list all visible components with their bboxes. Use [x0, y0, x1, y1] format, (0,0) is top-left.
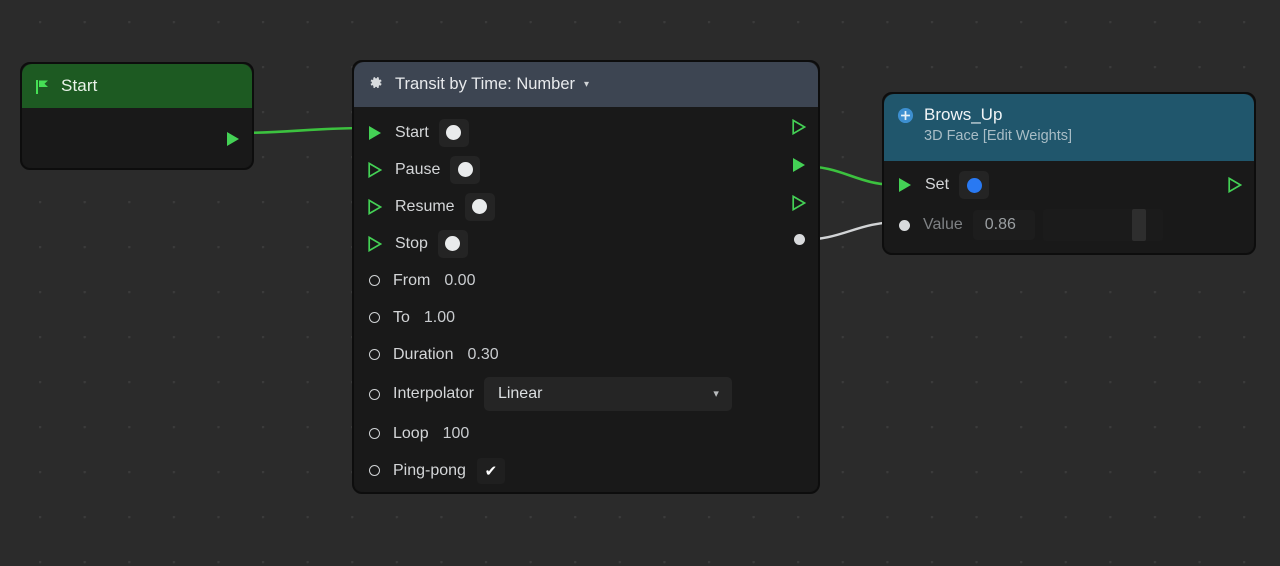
node-brows-up[interactable]: Brows_Up 3D Face [Edit Weights] Set Valu… [882, 92, 1256, 255]
exec-input-port-set[interactable] [898, 177, 912, 193]
gear-icon [367, 74, 384, 96]
row-label-duration: Duration [393, 345, 454, 363]
row-start[interactable]: Start [354, 114, 818, 151]
data-input-port-from[interactable] [369, 275, 380, 286]
row-label-from: From [393, 271, 431, 289]
start-exec-output-port[interactable] [226, 131, 240, 147]
interpolator-select[interactable]: Linear ▾ [483, 377, 732, 411]
row-set[interactable]: Set [884, 165, 1254, 205]
transit-exec-output-port-2[interactable] [792, 157, 806, 173]
row-label-pause: Pause [395, 160, 441, 178]
brows-exec-output-port[interactable] [1228, 177, 1242, 193]
node-transit-body: Start Pause Resume Stop From 0.00 To 1.0… [354, 107, 818, 492]
node-start-title: Start [61, 76, 98, 95]
stop-trigger-button[interactable] [437, 229, 468, 258]
row-label-set: Set [925, 176, 950, 193]
node-transit-header[interactable]: Transit by Time: Number ▾ [354, 62, 818, 107]
duration-value-field[interactable]: 0.30 [467, 346, 498, 364]
node-transit-title-group: Transit by Time: Number ▾ [395, 75, 589, 94]
node-transit-by-time[interactable]: Transit by Time: Number ▾ Start Pause Re… [352, 60, 820, 494]
set-trigger-button[interactable] [959, 171, 990, 199]
ping-pong-checkbox[interactable]: ✔ [476, 457, 505, 484]
data-input-port-to[interactable] [369, 312, 380, 323]
to-value-field[interactable]: 1.00 [424, 309, 455, 327]
exec-input-port-stop[interactable] [368, 235, 382, 252]
value-slider-knob[interactable] [1131, 209, 1146, 241]
row-label-ping-pong: Ping-pong [393, 461, 466, 479]
chevron-down-icon[interactable]: ▾ [584, 79, 589, 90]
exec-input-port-resume[interactable] [368, 198, 382, 215]
row-pause[interactable]: Pause [354, 151, 818, 188]
row-interpolator[interactable]: Interpolator Linear ▾ [354, 373, 818, 415]
node-brows-body: Set Value 0.86 [884, 161, 1254, 253]
data-input-port-duration[interactable] [369, 349, 380, 360]
flag-icon [34, 78, 51, 95]
data-input-port-value[interactable] [899, 219, 910, 231]
value-number-field[interactable]: 0.86 [972, 210, 1035, 240]
row-loop[interactable]: Loop 100 [354, 415, 818, 452]
row-duration[interactable]: Duration 0.30 [354, 336, 818, 373]
row-stop[interactable]: Stop [354, 225, 818, 262]
row-resume[interactable]: Resume [354, 188, 818, 225]
node-brows-title-group: Brows_Up 3D Face [Edit Weights] [924, 105, 1072, 145]
data-input-port-interpolator[interactable] [369, 388, 380, 400]
transit-value-output-port[interactable] [794, 234, 805, 245]
row-label-resume: Resume [395, 197, 455, 215]
row-value[interactable]: Value 0.86 [884, 205, 1254, 245]
chevron-down-icon: ▾ [713, 387, 719, 400]
row-label-start: Start [395, 123, 429, 141]
row-label-loop: Loop [393, 424, 429, 442]
row-from[interactable]: From 0.00 [354, 262, 818, 299]
node-start[interactable]: Start [20, 62, 254, 170]
transit-exec-output-port-1[interactable] [792, 119, 806, 135]
node-brows-subtitle: 3D Face [Edit Weights] [924, 128, 1073, 144]
node-brows-header[interactable]: Brows_Up 3D Face [Edit Weights] [884, 94, 1254, 161]
node-brows-title: Brows_Up [924, 105, 1003, 124]
start-trigger-button[interactable] [438, 118, 469, 147]
pause-trigger-button[interactable] [450, 155, 481, 184]
node-graph-canvas[interactable]: Start Transit by Time: Number ▾ Start Pa… [0, 0, 1280, 566]
row-label-stop: Stop [395, 234, 428, 252]
interpolator-selected-value: Linear [497, 385, 543, 402]
exec-input-port-start[interactable] [368, 125, 382, 141]
node-start-body [22, 108, 252, 168]
data-input-port-ping-pong[interactable] [369, 465, 380, 476]
loop-value-field[interactable]: 100 [443, 425, 470, 443]
row-label-interpolator: Interpolator [393, 385, 474, 402]
node-transit-title: Transit by Time: Number [395, 75, 576, 93]
row-to[interactable]: To 1.00 [354, 299, 818, 336]
row-label-to: To [393, 308, 410, 326]
row-label-value: Value [923, 216, 963, 233]
plus-circle-icon [897, 107, 914, 129]
from-value-field[interactable]: 0.00 [444, 272, 475, 290]
node-start-header[interactable]: Start [22, 64, 252, 108]
exec-input-port-pause[interactable] [368, 161, 382, 178]
value-slider[interactable] [1042, 209, 1163, 241]
resume-trigger-button[interactable] [464, 192, 495, 221]
data-input-port-loop[interactable] [369, 428, 380, 439]
wire-start-to-transit [235, 126, 369, 135]
transit-exec-output-port-3[interactable] [792, 195, 806, 211]
row-ping-pong[interactable]: Ping-pong ✔ [354, 452, 818, 489]
